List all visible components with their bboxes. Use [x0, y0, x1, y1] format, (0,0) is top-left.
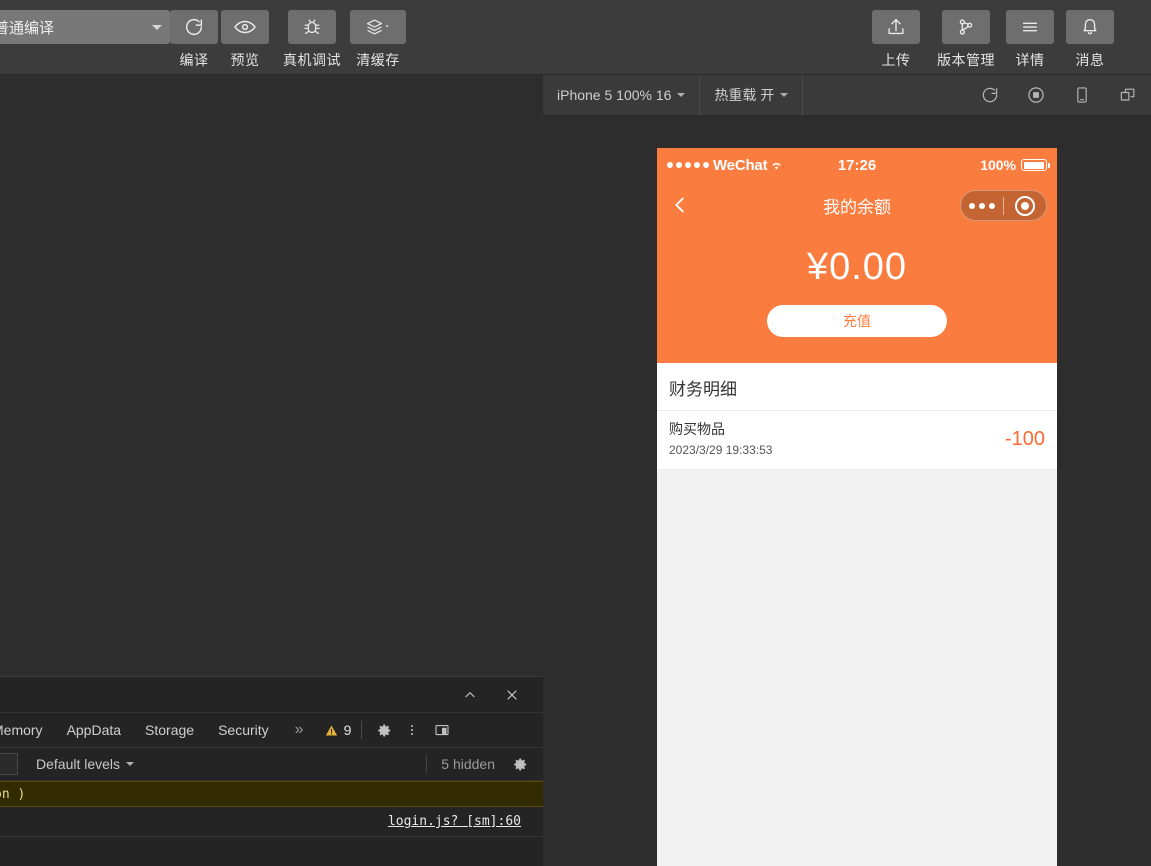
console-source-link[interactable]: login.js? [sm]:60	[388, 814, 521, 829]
clear-cache-button[interactable]: 清缓存	[350, 10, 406, 70]
device-select[interactable]: iPhone 5 100% 16	[543, 74, 701, 116]
nav-bar: 我的余额	[657, 182, 1057, 228]
devtools-panel: Memory AppData Storage Security » 9	[0, 676, 543, 866]
transaction-name: 购买物品	[669, 421, 725, 437]
close-circle-icon[interactable]	[1004, 195, 1046, 216]
tab-memory[interactable]: Memory	[0, 713, 55, 747]
signal-dots-icon	[667, 162, 709, 168]
gear-icon[interactable]	[372, 718, 396, 742]
log-level-label: Default levels	[36, 756, 121, 772]
more-tabs-icon[interactable]: »	[281, 713, 318, 747]
battery-area: 100%	[980, 157, 1050, 173]
carrier-label: WeChat	[713, 156, 768, 174]
refresh-icon[interactable]	[967, 75, 1013, 116]
simulator-toolbar: iPhone 5 100% 16 热重载 开	[543, 74, 1151, 116]
branch-icon	[942, 10, 990, 44]
compile-mode-select[interactable]: 普通编译	[0, 10, 170, 44]
hamburger-icon	[1006, 10, 1054, 44]
details-button[interactable]: 详情	[1006, 10, 1054, 70]
console-warning-row[interactable]: on )	[0, 781, 543, 807]
hot-reload-label: 热重载 开	[714, 86, 775, 103]
divider	[361, 721, 363, 739]
close-icon[interactable]	[497, 680, 527, 710]
preview-button-label: 预览	[230, 52, 260, 68]
console-filter-input[interactable]	[0, 753, 18, 775]
real-device-debug-button[interactable]: 真机调试	[283, 10, 341, 70]
version-control-button[interactable]: 版本管理	[937, 10, 995, 70]
messages-label: 消息	[1075, 52, 1105, 68]
gear-icon[interactable]	[512, 756, 529, 773]
recharge-area: 充值	[657, 295, 1057, 363]
eye-icon	[221, 10, 269, 44]
upload-button[interactable]: 上传	[872, 10, 920, 70]
clear-cache-label: 清缓存	[356, 52, 400, 68]
hot-reload-select[interactable]: 热重载 开	[700, 74, 804, 116]
more-dots-icon[interactable]	[961, 202, 1003, 209]
device-icon[interactable]	[1059, 75, 1105, 116]
warning-triangle-icon	[325, 725, 337, 735]
main-toolbar: 普通编译 编译 预览 真机调试 清缓存 上传 版本管理 详情 消息	[0, 0, 1151, 75]
warning-count: 9	[343, 722, 352, 738]
console-source-row: login.js? [sm]:60	[0, 807, 543, 837]
console-warning-text: on )	[0, 786, 26, 802]
wifi-icon	[769, 159, 784, 172]
transactions-section: 财务明细 购买物品 2023/3/29 19:33:53 -100	[657, 363, 1057, 470]
messages-button[interactable]: 消息	[1066, 10, 1114, 70]
console-filter-bar: Default levels 5 hidden	[0, 748, 543, 781]
divider	[426, 755, 427, 773]
compile-button[interactable]: 编译	[170, 10, 218, 70]
page-filler	[657, 470, 1057, 866]
battery-percent: 100%	[980, 157, 1016, 173]
transaction-info: 购买物品 2023/3/29 19:33:53	[669, 419, 772, 459]
upload-icon	[872, 10, 920, 44]
device-select-label: iPhone 5 100% 16	[557, 86, 672, 103]
transaction-time: 2023/3/29 19:33:53	[669, 443, 773, 457]
chevron-left-icon[interactable]	[669, 194, 691, 216]
upload-label: 上传	[881, 52, 911, 68]
chevron-up-icon[interactable]	[455, 680, 485, 710]
detach-icon[interactable]	[1105, 75, 1151, 116]
preview-button[interactable]: 预览	[221, 10, 269, 70]
chevron-down-icon	[126, 762, 135, 766]
record-icon[interactable]	[1013, 75, 1059, 116]
phone-preview: WeChat 17:26 100% 我的余额 ¥0.00 充值 财务明细 购买物…	[657, 148, 1057, 866]
status-bar: WeChat 17:26 100%	[657, 148, 1057, 182]
transaction-row[interactable]: 购买物品 2023/3/29 19:33:53 -100	[657, 411, 1057, 470]
tab-storage[interactable]: Storage	[133, 713, 206, 747]
simulator-pane: iPhone 5 100% 16 热重载 开 WeChat 17:26 100%…	[543, 74, 1151, 866]
capsule-button[interactable]	[960, 190, 1047, 221]
compile-mode-label: 普通编译	[0, 19, 55, 37]
layers-icon	[350, 10, 406, 44]
hidden-messages-count[interactable]: 5 hidden	[441, 756, 495, 772]
bug-icon	[288, 10, 336, 44]
battery-icon	[1021, 159, 1050, 171]
wechat-devtools-window: 普通编译 编译 预览 真机调试 清缓存 上传 版本管理 详情 消息 emory …	[0, 0, 1151, 866]
wechat-header: WeChat 17:26 100% 我的余额 ¥0.00 充值	[657, 148, 1057, 363]
console-output-area[interactable]	[0, 837, 543, 866]
details-label: 详情	[1015, 52, 1045, 68]
tab-appdata[interactable]: AppData	[55, 713, 133, 747]
devtools-topbar	[0, 677, 543, 713]
compile-button-label: 编译	[179, 52, 209, 68]
transaction-amount: -100	[1004, 427, 1045, 450]
devtools-tab-bar: Memory AppData Storage Security » 9	[0, 713, 543, 748]
refresh-icon	[170, 10, 218, 44]
balance-amount: ¥0.00	[806, 246, 908, 288]
warning-badge[interactable]: 9	[324, 722, 352, 738]
chevron-down-icon	[780, 93, 789, 97]
real-device-debug-label: 真机调试	[283, 52, 341, 68]
chevron-down-icon	[677, 93, 686, 97]
dock-icon[interactable]	[430, 718, 454, 742]
log-level-select[interactable]: Default levels	[36, 756, 135, 772]
bell-icon	[1066, 10, 1114, 44]
version-control-label: 版本管理	[937, 52, 995, 68]
tab-security[interactable]: Security	[206, 713, 281, 747]
more-vertical-icon[interactable]	[400, 718, 424, 742]
recharge-button[interactable]: 充值	[767, 305, 947, 337]
chevron-down-icon	[152, 24, 162, 30]
section-title: 财务明细	[657, 363, 1057, 411]
code-editor-area[interactable]	[0, 75, 543, 676]
